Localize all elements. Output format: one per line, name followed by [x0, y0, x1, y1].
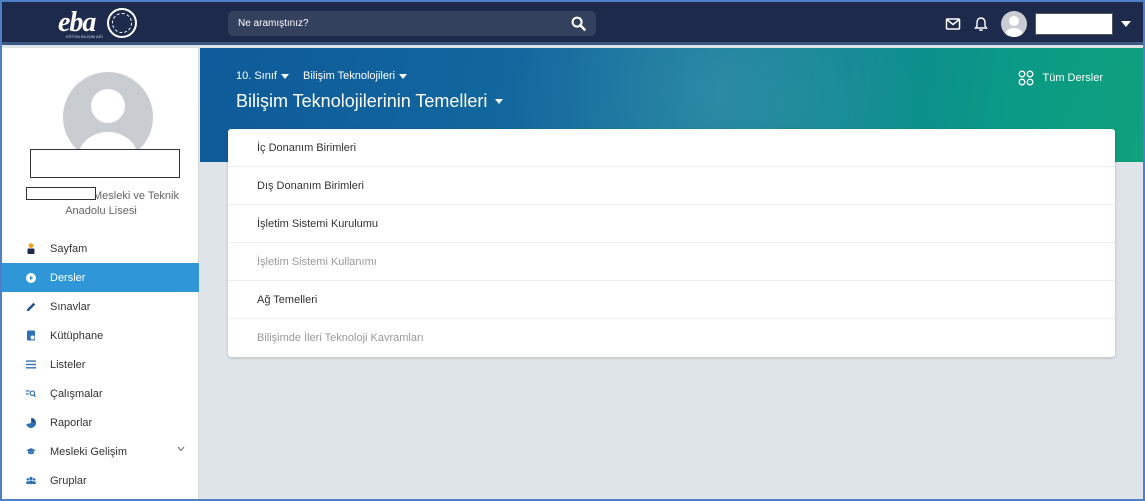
unit-item-disabled: Bilişimde İleri Teknoloji Kavramları — [257, 332, 424, 344]
sidebar-item-sayfam[interactable]: Sayfam — [2, 234, 199, 263]
caret-down-icon — [280, 73, 289, 79]
sidebar-menu: Sayfam Dersler Sınavlar Kütüphane Listel… — [2, 234, 199, 495]
sidebar-item-listeler[interactable]: Listeler — [2, 350, 199, 379]
grade-dropdown[interactable]: 10. Sınıf — [236, 70, 289, 82]
search-bar — [228, 11, 596, 36]
top-actions — [945, 10, 1131, 38]
top-bar: eba EĞİTİM BİLİŞİM AĞI — [2, 2, 1143, 45]
play-circle-icon — [26, 272, 36, 283]
chevron-down-icon[interactable] — [177, 446, 185, 452]
sidebar-item-label: Dersler — [50, 271, 86, 284]
sidebar-item-dersler[interactable]: Dersler — [2, 263, 199, 292]
sidebar-item-label: Kütüphane — [50, 329, 104, 342]
library-icon — [26, 330, 36, 341]
sidebar-item-calismalar[interactable]: Çalışmalar — [2, 379, 199, 408]
meb-seal-icon — [107, 8, 138, 38]
list-icon — [26, 359, 36, 370]
search-input[interactable] — [228, 18, 558, 29]
subject-dropdown[interactable]: Bilişim Teknolojileri — [303, 70, 408, 82]
unit-item[interactable]: Ağ Temelleri — [228, 281, 1115, 319]
sidebar-item-label: Gruplar — [50, 474, 87, 487]
sidebar-item-label: Raporlar — [50, 416, 93, 429]
users-icon — [26, 475, 36, 486]
mail-icon[interactable] — [945, 16, 961, 32]
breadcrumb: 10. Sınıf Bilişim Teknolojileri — [236, 70, 408, 82]
school-line2: Anadolu Lisesi — [65, 205, 137, 217]
course-title: Bilişim Teknolojilerinin Temelleri — [236, 91, 488, 111]
all-courses-label: Tüm Dersler — [1042, 72, 1103, 84]
caret-down-icon — [495, 99, 504, 104]
course-title-dropdown[interactable]: Bilişim Teknolojilerinin Temelleri — [236, 91, 504, 112]
search-list-icon — [26, 388, 36, 399]
pie-chart-icon — [26, 417, 36, 428]
sidebar: Mesleki ve Teknik Anadolu Lisesi Sayfam … — [2, 48, 199, 499]
pencil-icon — [26, 301, 36, 312]
sidebar-item-kutuphane[interactable]: Kütüphane — [2, 321, 199, 350]
bell-icon[interactable] — [973, 16, 989, 32]
unit-list: İç Donanım Birimleri Dış Donanım Birimle… — [228, 129, 1115, 357]
unit-item-disabled: İşletim Sistemi Kullanımı — [228, 243, 1115, 281]
profile-name-redacted — [30, 149, 180, 178]
unit-item[interactable]: İşletim Sistemi Kurulumu — [228, 205, 1115, 243]
sidebar-item-label: Çalışmalar — [50, 387, 103, 400]
sidebar-item-gruplar[interactable]: Gruplar — [2, 466, 199, 495]
graduation-cap-icon — [26, 446, 36, 457]
all-courses-button[interactable]: Tüm Dersler — [1018, 70, 1103, 86]
user-name-redacted[interactable] — [1035, 13, 1113, 35]
caret-down-icon — [399, 73, 408, 79]
school-name-redacted — [26, 187, 96, 200]
sidebar-item-label: Sınavlar — [50, 300, 91, 313]
sidebar-item-mesleki-gelisim[interactable]: Mesleki Gelişim — [2, 437, 199, 466]
sidebar-item-sinavlar[interactable]: Sınavlar — [2, 292, 199, 321]
user-menu-caret-icon[interactable] — [1121, 21, 1131, 27]
app-window: eba EĞİTİM BİLİŞİM AĞI Ne aramıştınız? M… — [0, 0, 1145, 501]
unit-item[interactable]: İç Donanım Birimleri — [228, 129, 1115, 167]
search-icon[interactable] — [571, 16, 586, 31]
sidebar-item-label: Mesleki Gelişim — [50, 445, 128, 458]
user-icon — [26, 243, 36, 254]
sidebar-item-label: Listeler — [50, 358, 86, 371]
unit-item[interactable]: Dış Donanım Birimleri — [228, 167, 1115, 205]
grid-icon — [1019, 70, 1034, 86]
eba-logo[interactable]: eba EĞİTİM BİLİŞİM AĞI — [58, 6, 138, 40]
sidebar-item-raporlar[interactable]: Raporlar — [2, 408, 199, 437]
user-avatar[interactable] — [1001, 11, 1027, 37]
sidebar-item-label: Sayfam — [50, 242, 88, 255]
logo-subtext: EĞİTİM BİLİŞİM AĞI — [66, 34, 103, 39]
